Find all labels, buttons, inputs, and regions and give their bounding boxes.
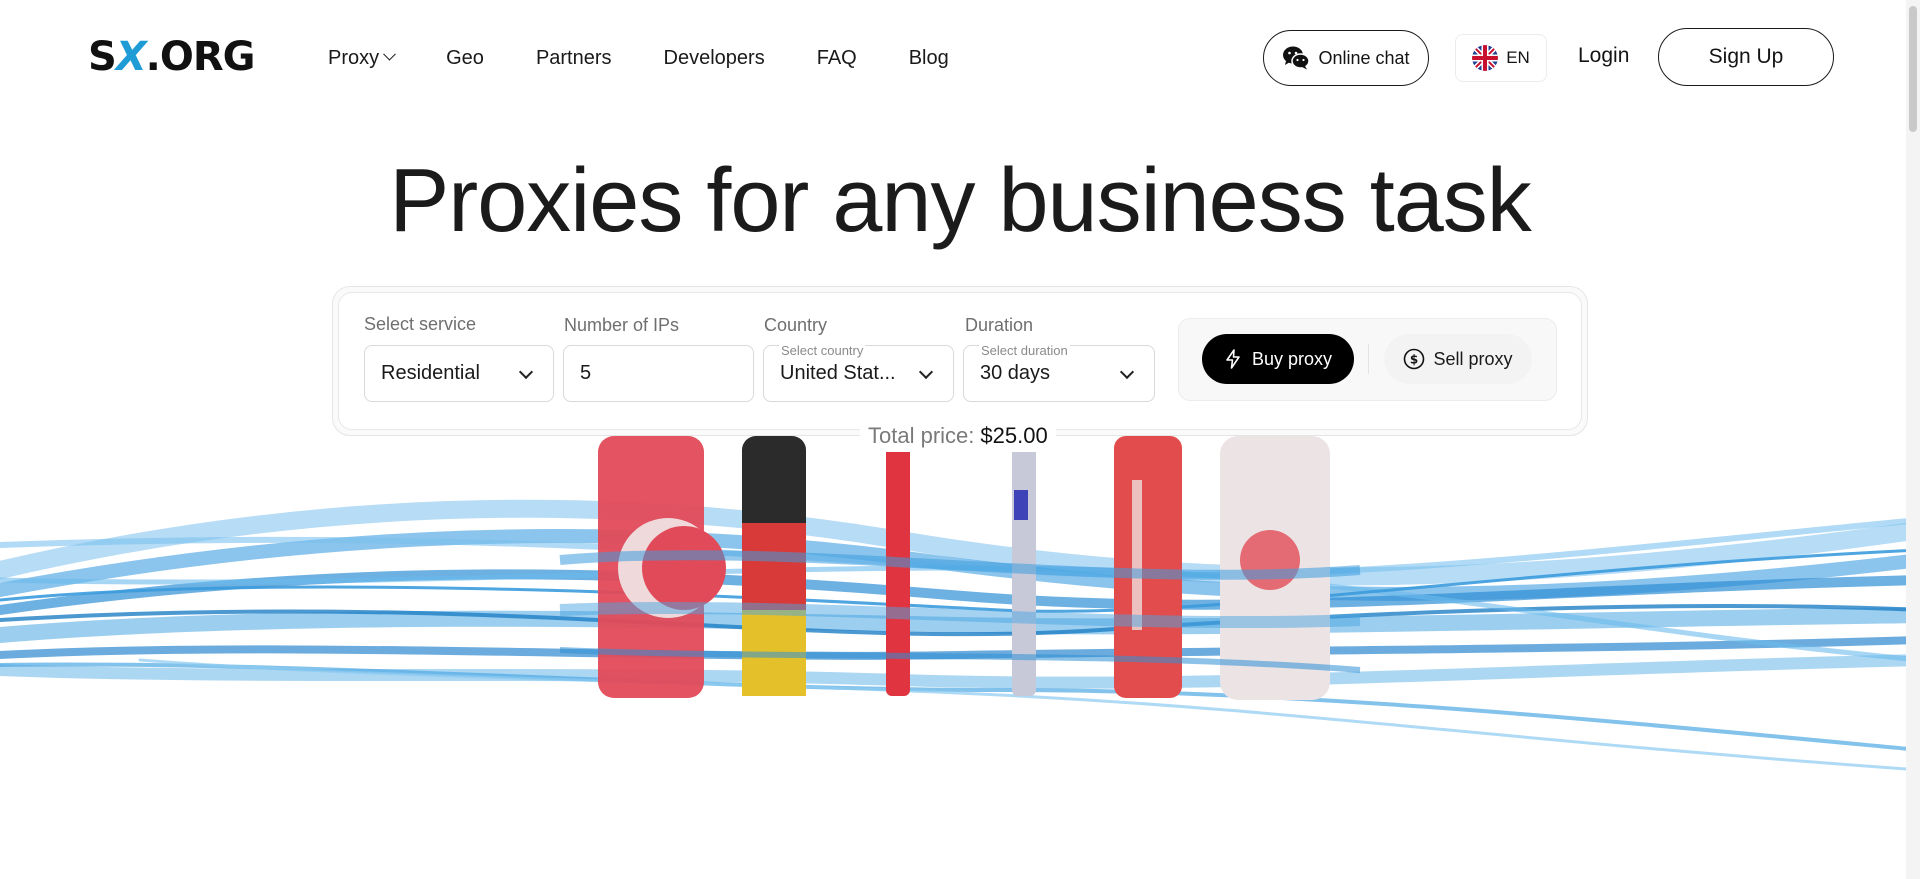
logo-org: .ORG [145,34,256,80]
country-label: Country [764,315,828,335]
duration-value: 30 days [980,362,1051,384]
svg-text:$: $ [1410,353,1418,367]
total-price-label: Total price: [868,423,975,448]
service-label: Select service [364,314,477,334]
nav-item-faq[interactable]: FAQ [817,44,857,72]
ips-input[interactable] [563,345,754,402]
nav-item-label: Developers [663,46,765,69]
login-link[interactable]: Login [1578,44,1629,68]
logo-x: X [115,34,147,80]
total-price-value: $25.00 [980,423,1048,448]
site-header: S X .ORG Proxy Geo Partners Developers FAQ… [0,0,1920,115]
nav-item-partners[interactable]: Partners [536,44,612,72]
sell-proxy-label: Sell proxy [1433,348,1513,369]
online-chat-button[interactable]: Online chat [1263,30,1429,86]
uk-flag-icon [1472,45,1499,71]
country-value: United Stat... [780,362,896,384]
scrollbar-thumb[interactable] [1909,6,1917,132]
country-hint: Select country [779,343,866,358]
nav-item-developers[interactable]: Developers [664,44,765,72]
total-price: Total price: $25.00 [860,420,1056,452]
nav-item-geo[interactable]: Geo [446,44,484,72]
language-code: EN [1506,48,1530,67]
chevron-down-icon [383,47,396,61]
chevron-down-icon [518,364,534,380]
nav-item-label: Proxy [328,46,380,69]
buy-proxy-label: Buy proxy [1251,348,1333,369]
nav-item-label: Partners [535,46,612,69]
logo-s: S [88,34,117,80]
logo[interactable]: S X .ORG [88,34,256,80]
nav-item-proxy[interactable]: Proxy [328,44,396,72]
fiber-cables [0,499,1920,772]
nav-item-label: Geo [446,46,484,69]
country-select[interactable]: Select country United Stat... [763,343,954,402]
online-chat-label: Online chat [1318,47,1410,68]
main-nav: Proxy Geo Partners Developers FAQ Blog [328,44,1001,72]
service-value: Residential [381,362,480,384]
nav-item-blog[interactable]: Blog [909,44,949,72]
hero-illustration [0,436,1920,772]
duration-hint: Select duration [979,343,1070,358]
signup-button[interactable]: Sign Up [1658,28,1834,86]
nav-item-label: Blog [908,46,949,69]
service-select[interactable]: Residential [364,345,554,402]
language-selector[interactable]: EN [1455,34,1547,82]
wechat-icon [1283,46,1311,70]
dollar-circle-icon: $ [1404,348,1425,370]
lightning-icon [1226,349,1240,369]
chevron-down-icon [918,364,934,380]
nav-item-label: FAQ [816,46,857,69]
ips-label: Number of IPs [564,315,680,335]
buy-proxy-button[interactable]: Buy proxy [1202,334,1354,384]
page-scrollbar[interactable] [1906,0,1920,879]
ips-field[interactable] [580,362,730,385]
chevron-down-icon [1119,364,1135,380]
duration-label: Duration [965,315,1034,335]
duration-select[interactable]: Select duration 30 days [963,343,1155,402]
hero-title: Proxies for any business task [389,151,1532,251]
sell-proxy-button[interactable]: $ Sell proxy [1384,334,1532,384]
divider [1368,344,1369,374]
